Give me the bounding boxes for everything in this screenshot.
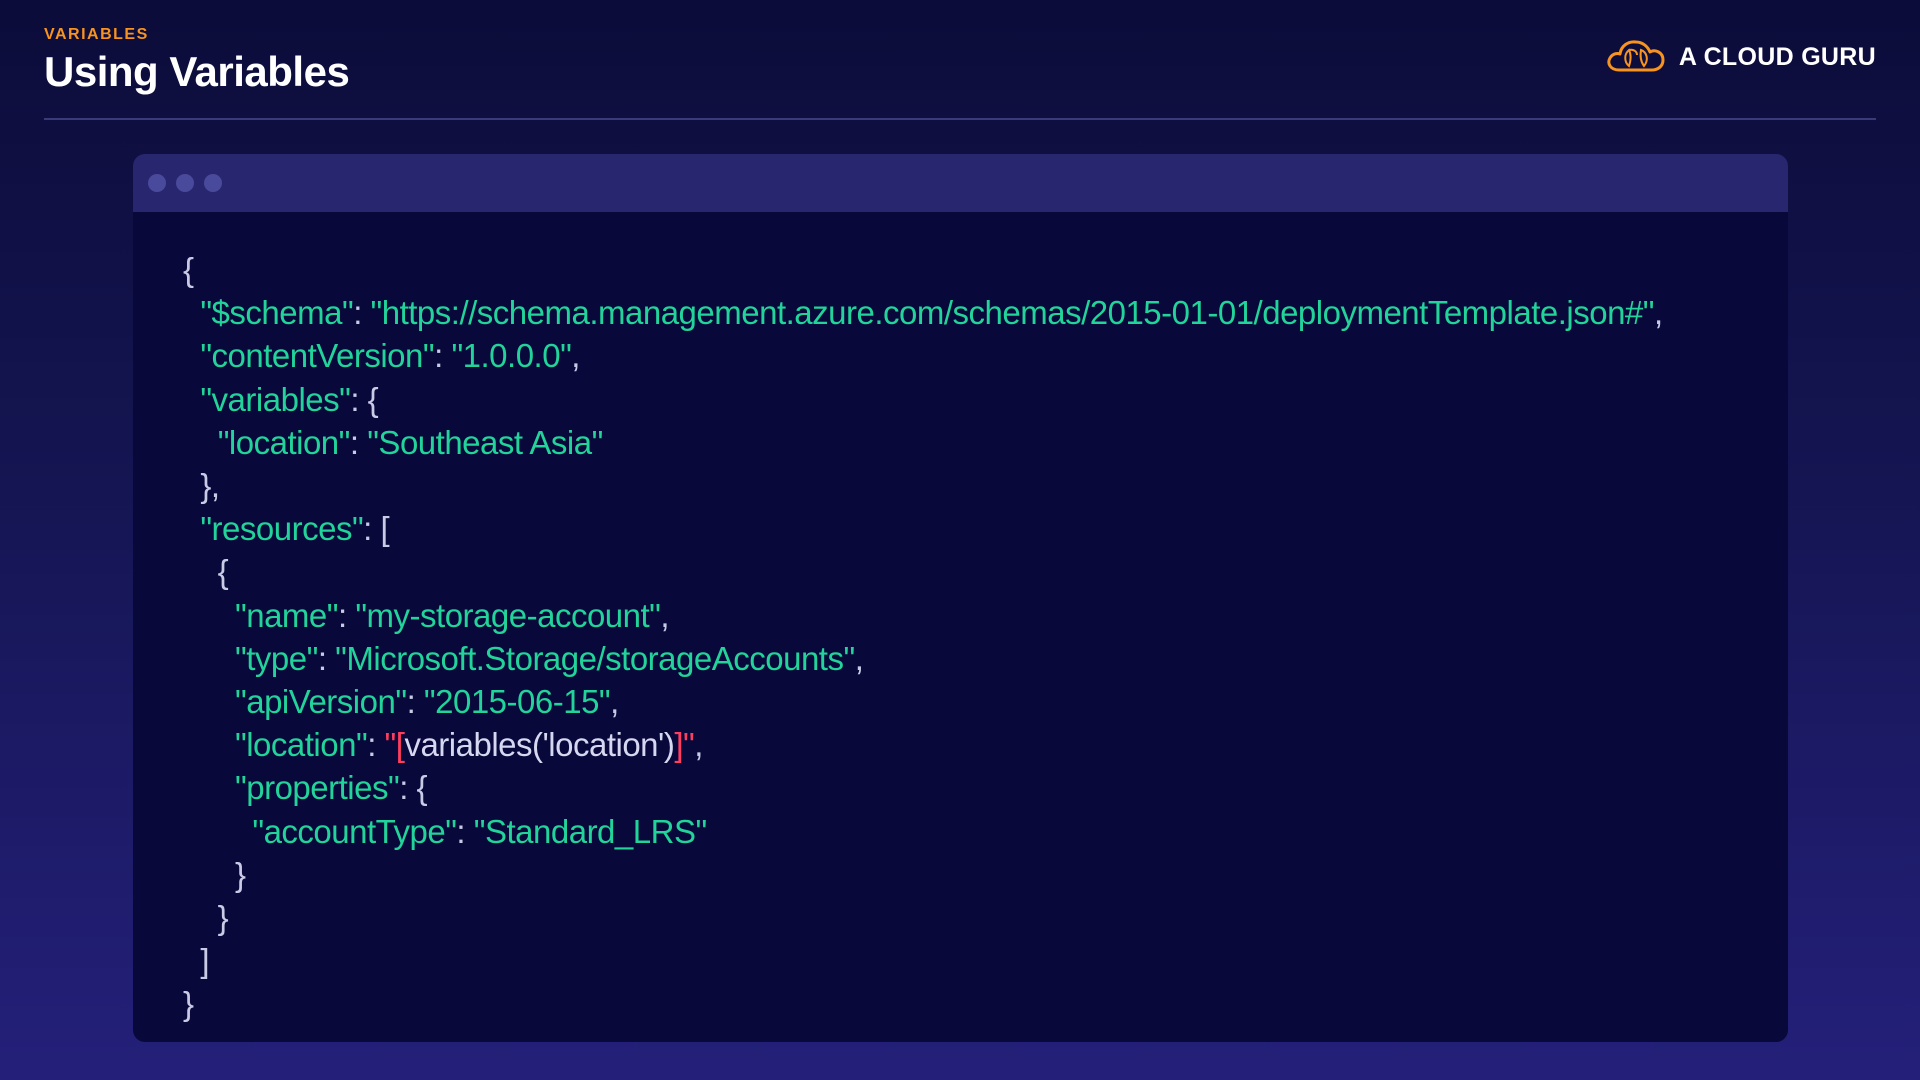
code-line: "contentVersion": "1.0.0.0", bbox=[200, 337, 580, 375]
code-line: ] bbox=[183, 942, 210, 980]
code-line: "accountType": "Standard_LRS" bbox=[252, 812, 707, 850]
window-dot-icon bbox=[176, 174, 194, 192]
brand-logo: A CLOUD GURU bbox=[1605, 36, 1876, 79]
code-line: } bbox=[183, 899, 229, 937]
header-divider bbox=[44, 118, 1876, 120]
cloud-logo-icon bbox=[1605, 36, 1667, 79]
window-titlebar bbox=[133, 154, 1788, 212]
code-line: "properties": { bbox=[235, 769, 428, 807]
code-line: }, bbox=[183, 467, 220, 505]
header: VARIABLES Using Variables bbox=[44, 26, 350, 96]
brand-name: A CLOUD GURU bbox=[1678, 43, 1876, 71]
code-line: } bbox=[183, 855, 246, 893]
code-line: "variables": { bbox=[200, 380, 379, 418]
code-line: "resources": [ bbox=[200, 510, 390, 548]
code-line: { bbox=[183, 251, 194, 288]
window-dot-icon bbox=[148, 174, 166, 192]
code-block: { "$schema": "https://schema.management.… bbox=[133, 212, 1788, 1042]
code-line: "name": "my-storage-account", bbox=[235, 596, 670, 634]
code-line: { bbox=[183, 553, 229, 591]
code-line: "apiVersion": "2015-06-15", bbox=[235, 683, 619, 721]
code-window: { "$schema": "https://schema.management.… bbox=[133, 154, 1788, 1042]
code-line: "location": "Southeast Asia" bbox=[217, 423, 604, 461]
code-line: "type": "Microsoft.Storage/storageAccoun… bbox=[235, 639, 864, 677]
section-eyebrow: VARIABLES bbox=[44, 26, 149, 43]
code-line: "$schema": "https://schema.management.az… bbox=[200, 294, 1663, 332]
code-line: } bbox=[183, 985, 194, 1023]
page-title: Using Variables bbox=[44, 48, 350, 95]
window-dot-icon bbox=[204, 174, 222, 192]
code-line: "location": "[variables('location')]", bbox=[235, 726, 703, 764]
